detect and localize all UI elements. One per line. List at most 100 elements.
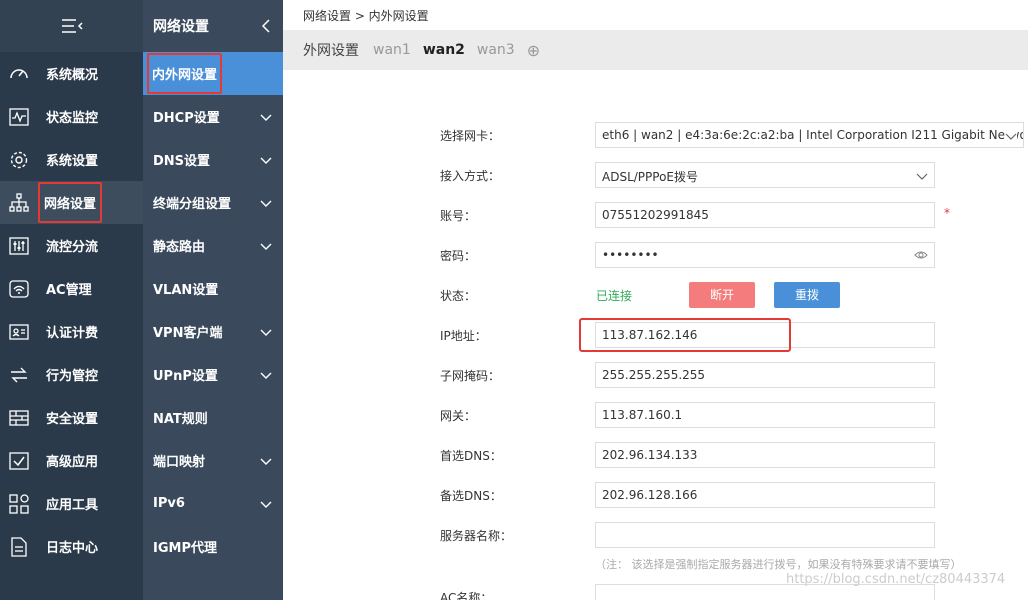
sub-sidebar-header: 网络设置 <box>143 0 283 52</box>
chevron-down-icon <box>260 157 272 164</box>
gear-icon <box>8 149 30 171</box>
gateway-input[interactable]: 113.87.160.1 <box>595 402 935 428</box>
subnav-item-label: 静态路由 <box>153 240 206 255</box>
sidebar-item-label: 认证计费 <box>46 326 99 341</box>
access-row: 接入方式： ADSL/PPPoE拨号 <box>283 162 1028 188</box>
nic-select-value: eth6 | wan2 | e4:3a:6e:2c:a2:ba | Intel … <box>602 128 1024 142</box>
redial-button[interactable]: 重拨 <box>774 282 840 308</box>
subnav-item-label: 终端分组设置 <box>153 197 232 212</box>
password-input[interactable]: •••••••• <box>595 242 935 268</box>
network-icon <box>8 192 30 214</box>
subnav-item-static-route[interactable]: 静态路由 <box>143 224 283 267</box>
subnav-item-label: DHCP设置 <box>153 111 220 126</box>
nic-row: 选择网卡： eth6 | wan2 | e4:3a:6e:2c:a2:ba | … <box>283 122 1028 148</box>
subnav-item-terminal-group[interactable]: 终端分组设置 <box>143 181 283 224</box>
mask-row: 子网掩码： 255.255.255.255 <box>283 362 1028 388</box>
ip-input[interactable]: 113.87.162.146 <box>595 322 935 348</box>
chevron-down-icon <box>260 200 272 207</box>
subnav-item-vlan[interactable]: VLAN设置 <box>143 267 283 310</box>
tab-wan2[interactable]: wan2 <box>423 42 465 58</box>
status-value: 已连接 <box>596 289 633 303</box>
sidebar-item-ac-management[interactable]: AC管理 <box>0 267 143 310</box>
tab-wan1[interactable]: wan1 <box>373 42 411 58</box>
apps-icon <box>8 493 30 515</box>
subnav-item-vpn-client[interactable]: VPN客户端 <box>143 310 283 353</box>
mask-input[interactable]: 255.255.255.255 <box>595 362 935 388</box>
subnav-item-label: UPnP设置 <box>153 369 218 384</box>
subnav-item-label: IGMP代理 <box>153 541 217 556</box>
nic-select[interactable]: eth6 | wan2 | e4:3a:6e:2c:a2:ba | Intel … <box>595 122 1024 148</box>
tab-wan3[interactable]: wan3 <box>477 42 515 58</box>
subnav-item-nat[interactable]: NAT规则 <box>143 396 283 439</box>
chevron-down-icon <box>1005 130 1017 142</box>
subnav-item-internal-external[interactable]: 内外网设置 <box>143 52 283 95</box>
subnav-item-upnp[interactable]: UPnP设置 <box>143 353 283 396</box>
sidebar-item-label: AC管理 <box>46 283 92 298</box>
password-label: 密码： <box>440 249 477 263</box>
sidebar-item-tools[interactable]: 应用工具 <box>0 482 143 525</box>
subnav-item-label: 内外网设置 <box>147 53 223 94</box>
sidebar-item-label: 状态监控 <box>46 111 99 126</box>
chevron-down-icon <box>916 173 928 180</box>
gateway-row: 网关： 113.87.160.1 <box>283 402 1028 428</box>
status-row: 状态： 已连接 断开 重拨 <box>283 282 1028 308</box>
subnav-item-dhcp[interactable]: DHCP设置 <box>143 95 283 138</box>
sidebar-item-monitor[interactable]: 状态监控 <box>0 95 143 138</box>
subnav-item-label: DNS设置 <box>153 154 211 169</box>
subnav-item-igmp[interactable]: IGMP代理 <box>143 525 283 568</box>
document-icon <box>8 536 30 558</box>
sidebar-item-label: 系统设置 <box>46 154 99 169</box>
chevron-down-icon <box>260 501 272 508</box>
subnav-item-dns[interactable]: DNS设置 <box>143 138 283 181</box>
add-wan-icon[interactable]: ⊕ <box>527 41 540 60</box>
password-value: •••••••• <box>602 248 659 262</box>
disconnect-button[interactable]: 断开 <box>689 282 755 308</box>
sidebar-item-flow-control[interactable]: 流控分流 <box>0 224 143 267</box>
sidebar-item-label: 行为管控 <box>46 369 99 384</box>
gateway-label: 网关： <box>440 409 477 423</box>
subnav-item-label: NAT规则 <box>153 412 208 427</box>
dns2-label: 备选DNS： <box>440 489 502 503</box>
wifi-icon <box>8 278 30 300</box>
sidebar-item-system-settings[interactable]: 系统设置 <box>0 138 143 181</box>
sidebar-item-authentication[interactable]: 认证计费 <box>0 310 143 353</box>
gauge-icon <box>8 63 30 85</box>
dns2-row: 备选DNS： 202.96.128.166 <box>283 482 1028 508</box>
chevron-down-icon <box>260 114 272 121</box>
chevron-left-icon[interactable] <box>261 19 271 33</box>
firewall-icon <box>8 407 30 429</box>
ip-row: IP地址： 113.87.162.146 <box>283 318 1028 352</box>
access-select[interactable]: ADSL/PPPoE拨号 <box>595 162 935 188</box>
server-note: （注： 该选择是强制指定服务器进行拨号，如果没有特殊要求请不要填写） <box>595 558 962 571</box>
main-content: 网络设置 > 内外网设置 外网设置 wan1 wan2 wan3 ⊕ 选择网卡：… <box>283 0 1028 600</box>
sidebar-item-behavior-control[interactable]: 行为管控 <box>0 353 143 396</box>
server-name-input[interactable] <box>595 522 935 548</box>
chevron-down-icon <box>260 372 272 379</box>
sidebar-item-network-settings[interactable]: 网络设置 <box>0 181 143 224</box>
chevron-down-icon <box>260 329 272 336</box>
dns1-input[interactable]: 202.96.134.133 <box>595 442 935 468</box>
watermark: https://blog.csdn.net/cz80443374 <box>786 572 1006 587</box>
sidebar-item-label: 日志中心 <box>46 541 99 556</box>
server-label: 服务器名称： <box>440 529 513 543</box>
sidebar-item-advanced[interactable]: 高级应用 <box>0 439 143 482</box>
sidebar-item-label: 系统概况 <box>46 68 99 83</box>
dns2-input[interactable]: 202.96.128.166 <box>595 482 935 508</box>
subnav-item-label: VLAN设置 <box>153 283 219 298</box>
server-row: 服务器名称： <box>283 522 1028 548</box>
password-row: 密码： •••••••• <box>283 242 1028 268</box>
sidebar-item-label: 网络设置 <box>38 182 103 223</box>
sidebar-item-overview[interactable]: 系统概况 <box>0 52 143 95</box>
collapse-menu-button[interactable] <box>0 0 143 52</box>
sub-sidebar-title: 网络设置 <box>153 19 209 35</box>
sidebar-item-label: 应用工具 <box>46 498 99 513</box>
subnav-item-port-mapping[interactable]: 端口映射 <box>143 439 283 482</box>
account-input[interactable]: 07551202991845 <box>595 202 935 228</box>
eye-icon[interactable] <box>914 249 928 261</box>
subnav-item-ipv6[interactable]: IPv6 <box>143 482 283 525</box>
access-label: 接入方式： <box>440 169 501 183</box>
sub-sidebar: 网络设置 内外网设置 DHCP设置 DNS设置 终端分组设置 静态路由 VLAN… <box>143 0 283 600</box>
sidebar-item-logs[interactable]: 日志中心 <box>0 525 143 568</box>
ip-label: IP地址： <box>440 329 487 343</box>
sidebar-item-security[interactable]: 安全设置 <box>0 396 143 439</box>
